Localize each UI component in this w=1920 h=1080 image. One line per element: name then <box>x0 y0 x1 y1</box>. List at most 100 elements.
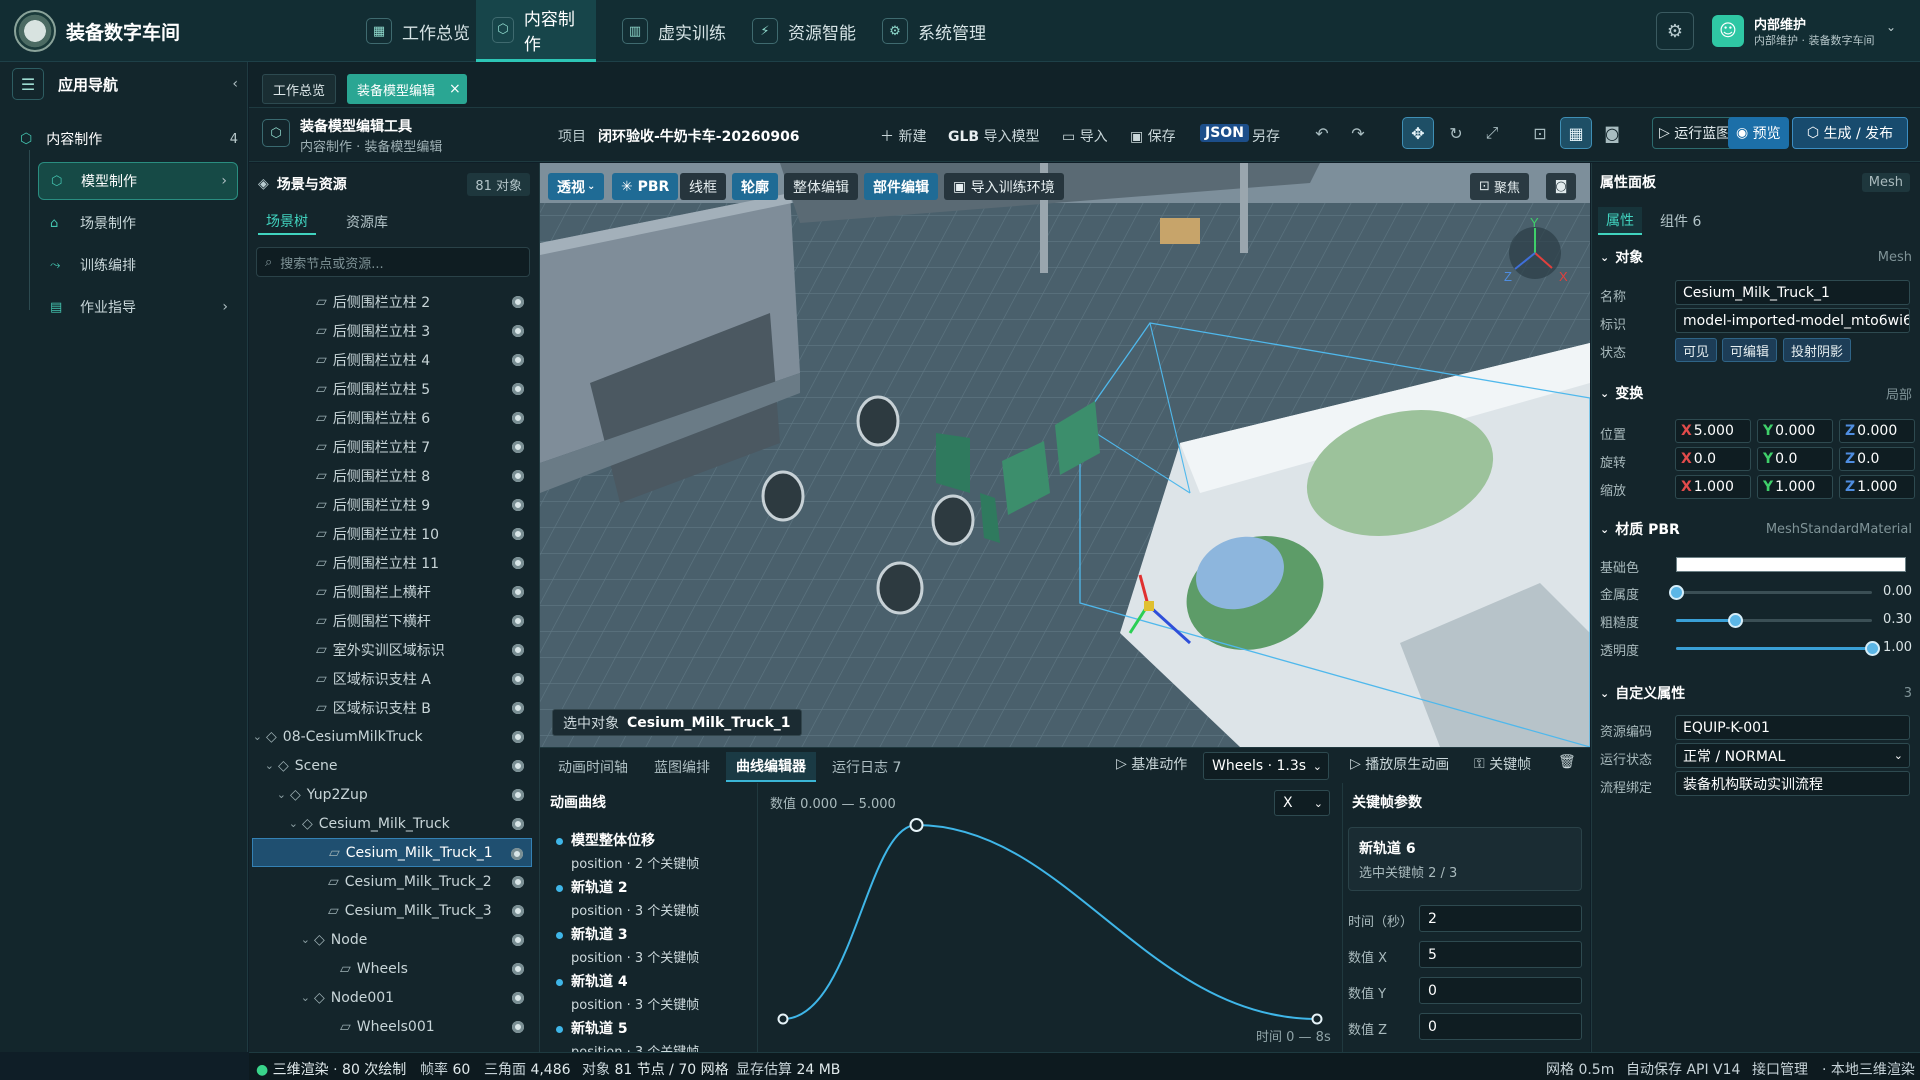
kf-time-input[interactable]: 2 <box>1419 905 1582 932</box>
tab-model-editor[interactable]: 装备模型编辑 × <box>347 74 467 104</box>
tree-node[interactable]: ▱ Cesium_Milk_Truck_3 <box>252 896 532 925</box>
asset-code-input[interactable]: EQUIP-K-001 <box>1675 715 1910 740</box>
whole-edit-toggle[interactable]: 整体编辑 <box>784 173 858 200</box>
eye-icon[interactable] <box>512 354 524 366</box>
curve-item[interactable]: 新轨道 2 position · 3 个关键帧 <box>556 877 699 919</box>
tab-animation-timeline[interactable]: 动画时间轴 <box>548 753 638 781</box>
transform-z-input[interactable]: Z 1.000 <box>1839 475 1915 499</box>
tree-node[interactable]: ▱ 区域标识支柱 B <box>252 693 532 722</box>
eye-icon[interactable] <box>512 325 524 337</box>
tree-node[interactable]: ▱ 后侧围栏立柱 9 <box>252 490 532 519</box>
slider-handle[interactable] <box>1669 585 1684 600</box>
curve-item[interactable]: 新轨道 4 position · 3 个关键帧 <box>556 971 699 1013</box>
curve-item[interactable]: 新轨道 3 position · 3 个关键帧 <box>556 924 699 966</box>
preview-button[interactable]: ◉ 预览 <box>1728 117 1789 149</box>
import-model-button[interactable]: GLB 导入模型 <box>948 126 1040 146</box>
tree-node[interactable]: ▱ Cesium_Milk_Truck_2 <box>252 867 532 896</box>
eye-icon[interactable] <box>512 760 524 772</box>
axis-select[interactable]: X ⌄ <box>1274 790 1330 816</box>
run-state-select[interactable]: 正常 / NORMAL ⌄ <box>1675 743 1910 768</box>
tree-node[interactable]: ▱ 后侧围栏下横杆 <box>252 606 532 635</box>
wireframe-toggle[interactable]: 线框 <box>680 173 726 200</box>
api-status[interactable]: 接口管理 <box>1752 1059 1808 1079</box>
tree-node[interactable]: ▱ 室外实训区域标识 <box>252 635 532 664</box>
keyframe-point[interactable] <box>777 1013 789 1025</box>
tree-node[interactable]: ▱ 后侧围栏立柱 10 <box>252 519 532 548</box>
transform-y-input[interactable]: Y 0.0 <box>1757 447 1833 471</box>
tab-components[interactable]: 组件 6 <box>1652 208 1709 234</box>
chevron-left-icon[interactable]: ‹ <box>232 76 238 92</box>
tree-node[interactable]: ▱ 后侧围栏上横杆 <box>252 577 532 606</box>
kf-x-input[interactable]: 5 <box>1419 941 1582 968</box>
transform-x-input[interactable]: X 5.000 <box>1675 419 1751 443</box>
sidebar-item-guide[interactable]: ▤ 作业指导 › <box>38 288 238 326</box>
transform-z-input[interactable]: Z 0.000 <box>1839 419 1915 443</box>
trash-icon[interactable]: 🗑 <box>1558 754 1576 770</box>
eye-icon[interactable] <box>512 412 524 424</box>
perspective-toggle[interactable]: 透视 ⌄ <box>548 173 605 200</box>
tree-node[interactable]: ▱ Wheels <box>252 954 532 983</box>
eye-icon[interactable] <box>512 441 524 453</box>
eye-icon[interactable] <box>512 963 524 975</box>
tree-node[interactable]: ▱ 后侧围栏立柱 7 <box>252 432 532 461</box>
run-blueprint-button[interactable]: ▷ 运行蓝图 <box>1652 117 1738 149</box>
eye-icon[interactable] <box>512 1021 524 1033</box>
eye-icon[interactable] <box>512 992 524 1004</box>
tree-node[interactable]: ⌄ ◇ Node001 <box>252 983 532 1012</box>
topnav-training[interactable]: ▥ 虚实训练 <box>606 0 742 62</box>
base-color-swatch[interactable] <box>1676 557 1906 572</box>
save-button[interactable]: ▣ 保存 <box>1130 126 1176 146</box>
camera-icon[interactable]: ◙ <box>1596 117 1628 149</box>
move-tool-icon[interactable]: ✥ <box>1402 117 1434 149</box>
save-as-button[interactable]: 另存 <box>1252 126 1280 146</box>
eye-icon[interactable] <box>512 702 524 714</box>
name-input[interactable]: Cesium_Milk_Truck_1 <box>1675 280 1910 305</box>
topnav-overview[interactable]: ▦ 工作总览 <box>350 0 486 62</box>
tab-properties[interactable]: 属性 <box>1598 207 1642 235</box>
eye-icon[interactable] <box>512 383 524 395</box>
screenshot-button[interactable]: ◙ <box>1546 173 1576 200</box>
cast-shadow-chip[interactable]: 投射阴影 <box>1783 338 1852 362</box>
topnav-resources[interactable]: ⚡ 资源智能 <box>736 0 872 62</box>
tree-node[interactable]: ▱ 后侧围栏立柱 11 <box>252 548 532 577</box>
json-badge[interactable]: JSON <box>1200 124 1249 142</box>
eye-icon[interactable] <box>512 296 524 308</box>
tab-asset-library[interactable]: 资源库 <box>338 210 396 234</box>
chevron-down-icon[interactable]: ⌄ <box>1886 20 1896 34</box>
transform-z-input[interactable]: Z 0.0 <box>1839 447 1915 471</box>
tree-node[interactable]: ⌄ ◇ Yup2Zup <box>252 780 532 809</box>
tree-node[interactable]: ⌄ ◇ Cesium_Milk_Truck <box>252 809 532 838</box>
menu-icon[interactable]: ☰ <box>12 68 44 100</box>
keyframe-button[interactable]: ⚿ 关键帧 <box>1474 754 1531 774</box>
eye-icon[interactable] <box>512 818 524 830</box>
tree-node[interactable]: ▱ 后侧围栏立柱 2 <box>252 287 532 316</box>
eye-icon[interactable] <box>512 557 524 569</box>
scale-tool-icon[interactable]: ⤢ <box>1476 117 1508 149</box>
tree-node[interactable]: ▱ 后侧围栏立柱 8 <box>252 461 532 490</box>
eye-icon[interactable] <box>512 731 524 743</box>
tree-node[interactable]: ▱ 后侧围栏立柱 3 <box>252 316 532 345</box>
tab-scene-tree[interactable]: 场景树 <box>258 209 316 235</box>
import-button[interactable]: ▭ 导入 <box>1062 126 1108 146</box>
curve-item[interactable]: 模型整体位移 position · 2 个关键帧 <box>556 830 699 872</box>
material-slider[interactable] <box>1676 613 1872 628</box>
undo-icon[interactable]: ↶ <box>1306 117 1338 149</box>
eye-icon[interactable] <box>512 673 524 685</box>
section-object[interactable]: ⌄ 对象 Mesh <box>1600 247 1912 267</box>
slider-handle[interactable] <box>1865 641 1880 656</box>
eye-icon[interactable] <box>512 615 524 627</box>
flow-binding-input[interactable]: 装备机构联动实训流程 <box>1675 771 1910 796</box>
tab-blueprint[interactable]: 蓝图编排 <box>644 753 720 781</box>
scene-search-input[interactable]: ⌕ 搜索节点或资源... <box>256 247 530 277</box>
track-select[interactable]: Wheels · 1.3s ⌄ <box>1203 752 1329 780</box>
sidebar-section-content[interactable]: ⬡ 内容制作 4 <box>10 124 238 154</box>
avatar[interactable]: ☺ <box>1712 15 1744 47</box>
eye-icon[interactable] <box>512 470 524 482</box>
rotate-tool-icon[interactable]: ↻ <box>1440 117 1472 149</box>
kf-y-input[interactable]: 0 <box>1419 977 1582 1004</box>
import-training-env-button[interactable]: ▣ 导入训练环境 <box>944 173 1064 200</box>
tree-node[interactable]: ⌄ ◇ 08-CesiumMilkTruck <box>252 722 532 751</box>
tree-node[interactable]: ▱ 后侧围栏立柱 4 <box>252 345 532 374</box>
tree-node[interactable]: ▱ 后侧围栏立柱 6 <box>252 403 532 432</box>
tab-overview[interactable]: 工作总览 <box>262 74 337 104</box>
